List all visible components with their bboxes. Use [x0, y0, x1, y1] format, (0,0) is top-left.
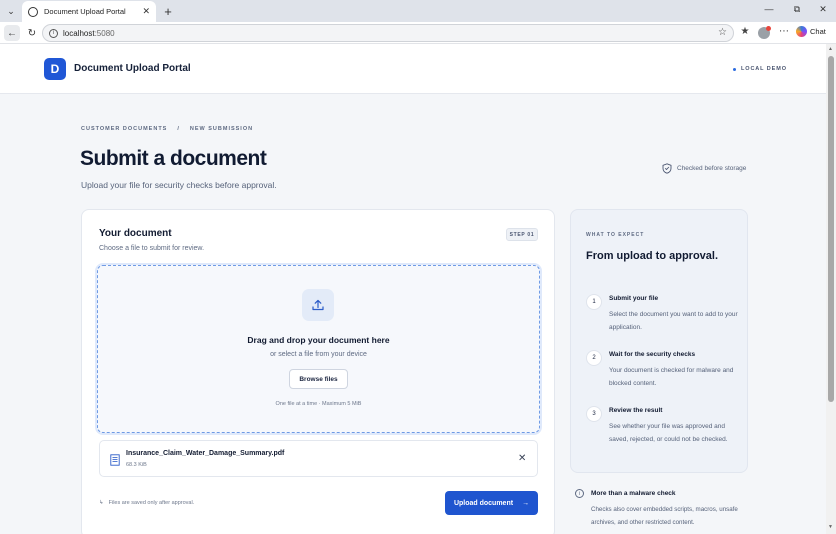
step-title: Submit your file — [609, 295, 659, 302]
globe-icon — [28, 6, 38, 17]
page-subtitle: Upload your file for security checks bef… — [81, 180, 277, 190]
selected-file: Insurance_Claim_Water_Damage_Summary.pdf… — [99, 440, 538, 477]
remove-file-close-icon[interactable]: ✕ — [518, 453, 526, 464]
scroll-up-icon[interactable]: ▲ — [828, 46, 833, 52]
scroll-down-icon[interactable]: ▼ — [828, 524, 833, 530]
copilot-icon — [796, 26, 807, 37]
upload-icon — [302, 289, 334, 321]
page-title: Submit a document — [80, 147, 267, 170]
card-subtitle: Choose a file to submit for review. — [99, 245, 205, 252]
window-close-icon[interactable]: ✕ — [816, 4, 830, 15]
saved-note: ↳ Files are saved only after approval. — [99, 500, 195, 506]
favorites-icon[interactable]: ★ — [738, 26, 752, 37]
page-viewport: D Document Upload Portal LOCAL DEMO CUST… — [0, 44, 826, 534]
breadcrumb-item-customer-documents[interactable]: CUSTOMER DOCUMENTS — [81, 126, 167, 132]
address-bar: ← ↻ i localhost:5080 ☆ — [0, 22, 836, 44]
file-name: Insurance_Claim_Water_Damage_Summary.pdf — [126, 450, 285, 457]
breadcrumb: CUSTOMER DOCUMENTS / NEW SUBMISSION — [81, 126, 253, 132]
url-text: localhost:5080 — [63, 28, 115, 38]
dropzone[interactable]: Drag and drop your document here or sele… — [97, 265, 540, 433]
brand-name[interactable]: Document Upload Portal — [74, 63, 191, 74]
scrollbar-thumb[interactable] — [828, 56, 834, 402]
new-tab-plus-icon[interactable]: + — [160, 3, 176, 19]
shield-icon — [662, 163, 672, 174]
step-description: Select the document you want to add to y… — [609, 311, 738, 331]
note-description: Checks also cover embedded scripts, macr… — [591, 506, 738, 526]
tab-title: Document Upload Portal — [44, 7, 126, 16]
step-description: See whether your file was approved and s… — [609, 423, 728, 443]
star-icon[interactable]: ☆ — [718, 27, 727, 38]
card-title: Your document — [99, 228, 172, 239]
checked-storage-note: Checked before storage — [662, 163, 746, 174]
status-dot — [733, 67, 736, 71]
step-item: 3 Review the result See whether your fil… — [586, 406, 741, 462]
browser-tab-bar: ⌄ Document Upload Portal ✕ + — ⧉ ✕ — [0, 0, 836, 22]
upload-card: Your document Choose a file to submit fo… — [81, 209, 555, 534]
browse-files-button[interactable]: Browse files — [289, 369, 348, 389]
tab-close-icon[interactable]: ✕ — [142, 6, 150, 17]
dropzone-title: Drag and drop your document here — [247, 335, 390, 345]
browser-tab[interactable]: Document Upload Portal ✕ — [22, 1, 156, 22]
file-size: 68.3 KiB — [126, 462, 147, 468]
info-icon: i — [575, 489, 584, 498]
file-limit-note: One file at a time · Maximum 5 MiB — [275, 401, 362, 407]
steps-list: 1 Submit your file Select the document y… — [586, 294, 741, 462]
env-badge: LOCAL DEMO — [733, 66, 787, 72]
document-icon — [110, 454, 120, 466]
step-item: 2 Wait for the security checks Your docu… — [586, 350, 741, 406]
note-title: More than a malware check — [591, 490, 676, 497]
step-title: Review the result — [609, 407, 663, 414]
breadcrumb-item-new-submission: NEW SUBMISSION — [189, 126, 254, 132]
chat-button[interactable]: Chat — [796, 26, 826, 37]
panel-eyebrow: WHAT TO EXPECT — [586, 232, 645, 238]
return-arrow-icon: ↳ — [99, 500, 104, 506]
arrow-right-icon: → — [522, 499, 530, 507]
upload-document-button[interactable]: Upload document → — [445, 491, 538, 515]
app-header: D Document Upload Portal LOCAL DEMO — [0, 44, 826, 94]
breadcrumb-separator: / — [177, 126, 180, 132]
minimize-icon[interactable]: — — [762, 4, 776, 14]
more-icon[interactable]: ⋯ — [777, 26, 791, 37]
step-number: 3 — [586, 406, 602, 422]
what-to-expect-panel: WHAT TO EXPECT From upload to approval. … — [570, 209, 748, 473]
restore-icon[interactable]: ⧉ — [790, 4, 804, 15]
back-icon[interactable]: ← — [4, 25, 20, 41]
notification-dot — [766, 26, 771, 31]
step-number: 2 — [586, 350, 602, 366]
step-item: 1 Submit your file Select the document y… — [586, 294, 741, 350]
step-title: Wait for the security checks — [609, 351, 696, 358]
dropzone-subtitle: or select a file from your device — [270, 351, 367, 358]
panel-title: From upload to approval. — [586, 250, 719, 262]
brand-logo[interactable]: D — [44, 58, 66, 80]
step-number: 1 — [586, 294, 602, 310]
step-description: Your document is checked for malware and… — [609, 367, 734, 387]
reload-icon[interactable]: ↻ — [24, 25, 40, 41]
site-info-icon[interactable]: i — [49, 28, 58, 38]
url-field[interactable]: i localhost:5080 ☆ — [42, 24, 734, 42]
tab-list-chevron-down-icon[interactable]: ⌄ — [3, 3, 19, 19]
step-badge: STEP 01 — [506, 228, 538, 241]
